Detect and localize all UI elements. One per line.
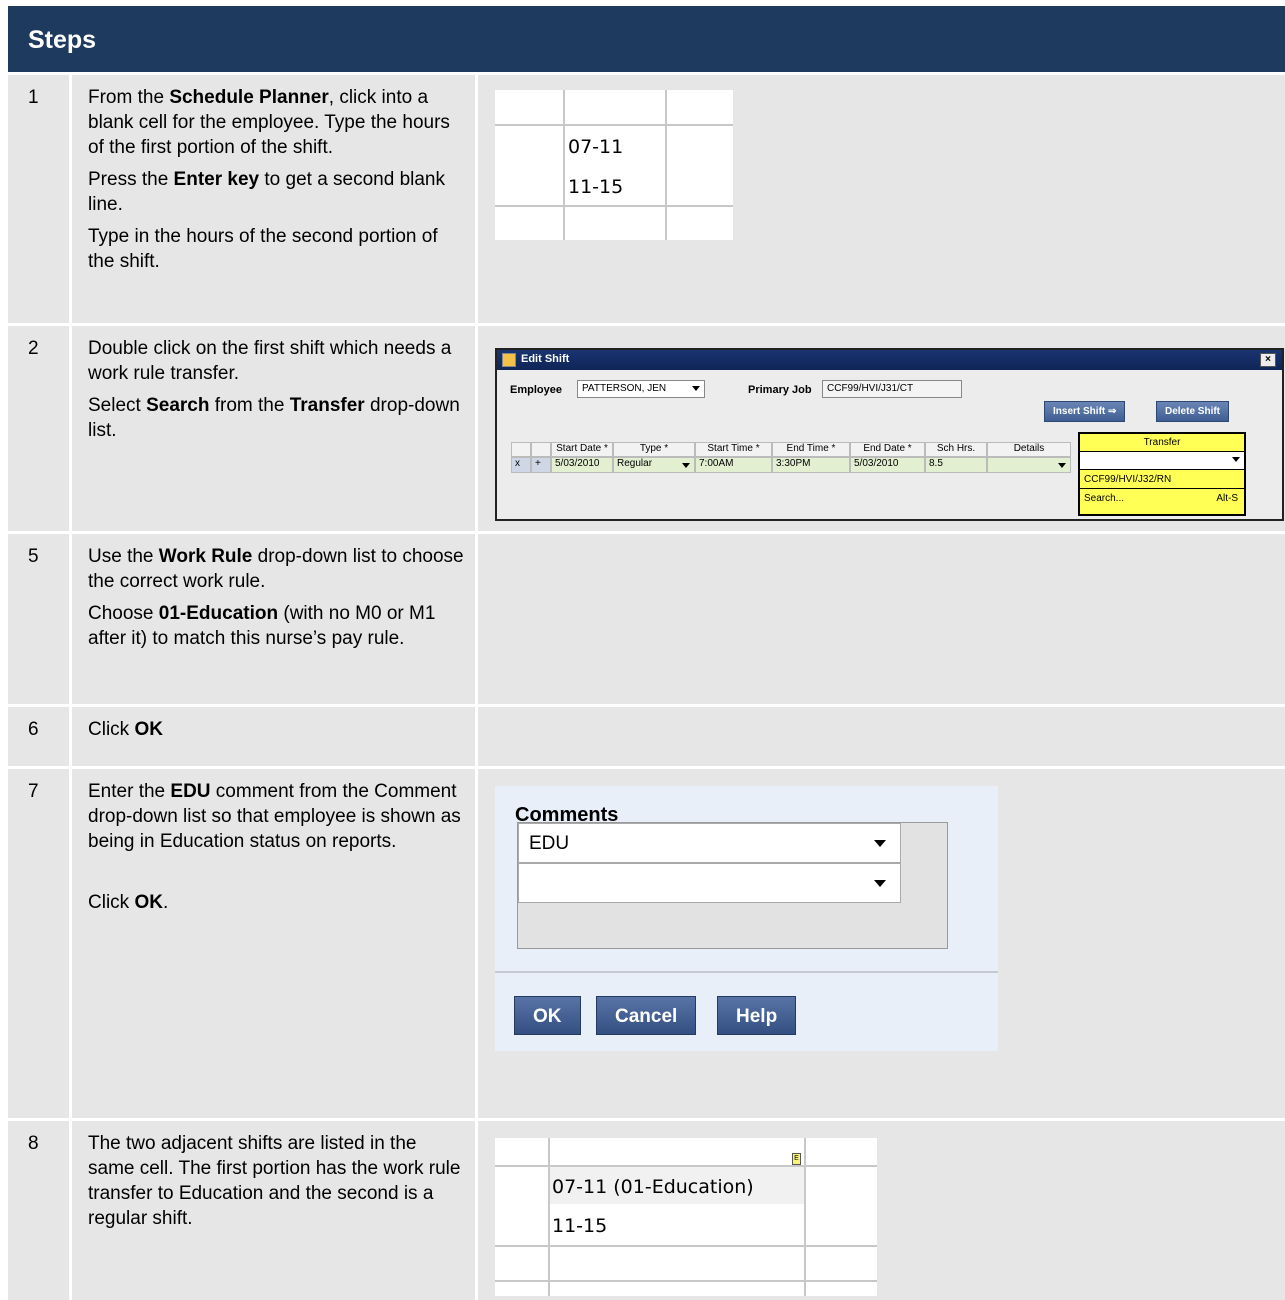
schedule-cell-grid: 07-11 (01-Education) E 11-15 xyxy=(495,1138,877,1296)
employee-select[interactable]: PATTERSON, JEN xyxy=(577,380,705,398)
step-number: 6 xyxy=(8,707,72,766)
insert-shift-button[interactable]: Insert Shift ⇒ xyxy=(1044,401,1126,422)
comments-dialog: Comments EDU OK Cancel Help xyxy=(495,786,998,1051)
step-text: Click OK xyxy=(72,707,478,766)
schedule-cell-grid: 07-11 11-15 xyxy=(495,90,733,240)
step-number: 2 xyxy=(8,326,72,531)
shift-entry[interactable]: 07-11 (01-Education) xyxy=(552,1176,754,1198)
step-text: From the Schedule Planner, click into a … xyxy=(72,75,478,323)
step-row: 8 The two adjacent shifts are listed in … xyxy=(8,1118,1285,1300)
close-icon[interactable]: × xyxy=(1260,353,1276,367)
step-image: Comments EDU OK Cancel Help xyxy=(478,769,1285,1118)
steps-header: Steps xyxy=(8,6,1285,72)
help-button[interactable]: Help xyxy=(717,996,797,1035)
comments-box: EDU xyxy=(517,822,948,949)
transfer-option[interactable]: CCF99/HVI/J32/RN xyxy=(1080,470,1244,489)
comment-select[interactable] xyxy=(518,863,901,903)
primary-job-label: Primary Job xyxy=(748,384,812,396)
details-select[interactable] xyxy=(987,457,1071,473)
step-number: 8 xyxy=(8,1121,72,1300)
step-row: 1 From the Schedule Planner, click into … xyxy=(8,72,1285,323)
step-text: The two adjacent shifts are listed in th… xyxy=(72,1121,478,1300)
transfer-input[interactable] xyxy=(1080,452,1244,470)
step-image xyxy=(478,707,1285,766)
primary-job-field: CCF99/HVI/J31/CT xyxy=(822,380,962,398)
step-row: 5 Use the Work Rule drop-down list to ch… xyxy=(8,531,1285,704)
comment-select[interactable]: EDU xyxy=(518,823,901,863)
transfer-option-search[interactable]: Search... Alt-S xyxy=(1080,489,1244,508)
step-row: 6 Click OK xyxy=(8,704,1285,766)
type-select[interactable]: Regular xyxy=(613,457,695,473)
steps-table: Steps 1 From the Schedule Planner, click… xyxy=(8,6,1285,1300)
step-text: Enter the EDU comment from the Comment d… xyxy=(72,769,478,1118)
cancel-button[interactable]: Cancel xyxy=(596,996,697,1035)
ok-button[interactable]: OK xyxy=(514,996,581,1035)
step-image: Edit Shift × Employee PATTERSON, JEN Pri… xyxy=(478,326,1285,531)
transfer-header: Transfer xyxy=(1080,434,1244,452)
shift-grid: Start Date * Type * Start Time * End Tim… xyxy=(511,442,1071,474)
java-icon xyxy=(502,353,516,367)
step-number: 1 xyxy=(8,75,72,323)
delete-shift-button[interactable]: Delete Shift xyxy=(1156,401,1230,422)
divider xyxy=(495,971,998,973)
shift-entry[interactable]: 11-15 xyxy=(552,1215,607,1237)
edit-shift-dialog: Edit Shift × Employee PATTERSON, JEN Pri… xyxy=(495,348,1284,521)
shift-entry[interactable]: 11-15 xyxy=(568,176,623,198)
step-image: 07-11 (01-Education) E 11-15 xyxy=(478,1121,1285,1300)
employee-label: Employee xyxy=(510,384,562,396)
step-text: Double click on the first shift which ne… xyxy=(72,326,478,531)
step-number: 7 xyxy=(8,769,72,1118)
comment-icon[interactable]: E xyxy=(792,1153,801,1165)
step-image xyxy=(478,534,1285,704)
shift-entry[interactable]: 07-11 xyxy=(568,136,623,158)
dialog-title-bar: Edit Shift × xyxy=(497,350,1282,370)
step-row: 7 Enter the EDU comment from the Comment… xyxy=(8,766,1285,1118)
transfer-dropdown[interactable]: Transfer CCF99/HVI/J32/RN Search... Alt-S xyxy=(1078,432,1246,516)
step-text: Use the Work Rule drop-down list to choo… xyxy=(72,534,478,704)
copy-row-icon[interactable]: + xyxy=(531,457,551,473)
step-image: 07-11 11-15 xyxy=(478,75,1285,323)
step-number: 5 xyxy=(8,534,72,704)
delete-row-icon[interactable]: x xyxy=(511,457,531,473)
step-row: 2 Double click on the first shift which … xyxy=(8,323,1285,531)
